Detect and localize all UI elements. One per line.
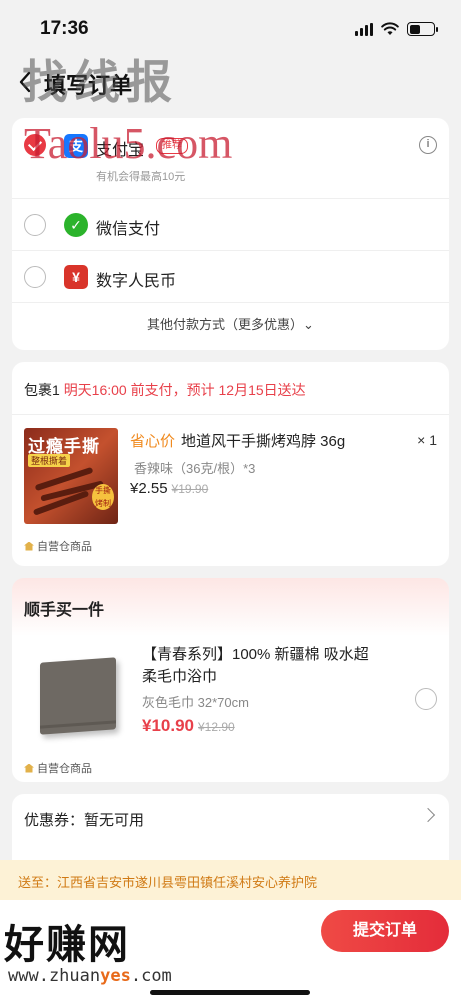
add-on-product-spec: 灰色毛巾 32*70cm bbox=[142, 695, 249, 710]
battery-level bbox=[409, 24, 420, 34]
product-price: ¥2.55 bbox=[130, 480, 168, 497]
payment-option-wechat[interactable]: ✓ 微信支付 bbox=[12, 198, 449, 250]
coupon-row[interactable]: 优惠券：暂无可用 bbox=[12, 794, 449, 864]
divider bbox=[12, 302, 449, 303]
wechat-radio[interactable] bbox=[24, 214, 46, 236]
nav-bar: 填写订单 bbox=[0, 56, 461, 108]
battery-icon bbox=[407, 22, 438, 36]
self-operated-label: 自营仓商品 bbox=[24, 760, 92, 776]
product-quantity: × 1 bbox=[417, 432, 437, 448]
product-image-tag: 整根撕着 bbox=[28, 454, 71, 467]
wechat-pay-label: 微信支付 bbox=[96, 221, 161, 238]
status-time: 17:36 bbox=[40, 18, 89, 39]
wifi-icon bbox=[381, 22, 399, 35]
self-operated-label: 自营仓商品 bbox=[24, 538, 92, 554]
warehouse-icon bbox=[24, 763, 34, 773]
product-original-price: ¥19.90 bbox=[171, 482, 209, 496]
product-title: 地道风干手撕烤鸡脖 36g bbox=[181, 433, 346, 450]
alipay-icon: 支 bbox=[64, 134, 88, 158]
self-operated-text: 自营仓商品 bbox=[37, 763, 92, 775]
package-card: 包裹1 明天16:00 前支付，预计 12月15日送达 过瘾手撕 整根撕着 手撕… bbox=[12, 362, 449, 566]
watermark-url-mid: yes bbox=[100, 966, 131, 986]
self-operated-text: 自营仓商品 bbox=[37, 541, 92, 553]
delivery-address-bar[interactable]: 送至：江西省吉安市遂川县雩田镇任溪村安心养护院 bbox=[0, 860, 461, 900]
payment-option-alipay[interactable]: 支 支付宝 推荐 有机会得最高10元 i bbox=[12, 118, 449, 198]
warehouse-icon bbox=[24, 541, 34, 551]
add-on-price: ¥10.90 bbox=[142, 716, 194, 735]
add-on-select-radio[interactable] bbox=[415, 688, 437, 710]
alipay-subtitle: 有机会得最高10元 bbox=[96, 171, 186, 183]
home-indicator[interactable] bbox=[150, 990, 310, 995]
watermark-bottom-url: www.zhuanyes.com bbox=[8, 966, 172, 986]
recommended-badge: 推荐 bbox=[156, 138, 188, 154]
status-bar: 17:36 bbox=[0, 0, 461, 56]
digital-rmb-icon: ¥ bbox=[64, 265, 88, 289]
cellular-signal-icon bbox=[355, 22, 373, 36]
towel-image[interactable] bbox=[40, 657, 116, 735]
product-image[interactable]: 过瘾手撕 整根撕着 手撕 烤制 bbox=[24, 428, 118, 524]
coupon-label: 优惠券：暂无可用 bbox=[24, 812, 145, 829]
add-on-original-price: ¥12.90 bbox=[198, 720, 235, 734]
promo-label: 省心价 bbox=[130, 433, 176, 450]
page-title: 填写订单 bbox=[44, 73, 133, 98]
watermark-bottom-logo: 好赚网 bbox=[4, 923, 130, 967]
info-icon[interactable]: i bbox=[419, 136, 437, 154]
alipay-radio[interactable] bbox=[24, 134, 46, 156]
product-image-badge: 手撕 烤制 bbox=[92, 484, 114, 510]
chevron-right-icon bbox=[420, 807, 436, 823]
add-on-price-row: ¥10.90 ¥12.90 bbox=[142, 716, 235, 736]
status-icons bbox=[355, 22, 438, 36]
add-on-product-name[interactable]: 【青春系列】100% 新疆棉 吸水超柔毛巾浴巾 bbox=[142, 644, 372, 688]
product-price-row: ¥2.55 ¥19.90 bbox=[130, 480, 208, 497]
product-name[interactable]: 省心价 地道风干手撕烤鸡脖 36g bbox=[130, 430, 400, 451]
watermark-url-prefix: www.zhuan bbox=[8, 966, 101, 986]
wechat-pay-icon: ✓ bbox=[64, 213, 88, 237]
alipay-label: 支付宝 bbox=[96, 142, 145, 159]
other-payment-methods-link[interactable]: 其他付款方式（更多优惠）⌄ bbox=[12, 314, 449, 333]
add-on-title: 顺手买一件 bbox=[24, 602, 105, 619]
payment-option-digital-rmb[interactable]: ¥ 数字人民币 bbox=[12, 250, 449, 302]
package-label: 包裹1 bbox=[24, 382, 60, 398]
digital-rmb-radio[interactable] bbox=[24, 266, 46, 288]
submit-order-button[interactable]: 提交订单 bbox=[321, 910, 449, 952]
product-spec[interactable]: 香辣味（36克/根）*3 bbox=[134, 458, 255, 477]
delivery-note: 明天16:00 前支付，预计 12月15日送达 bbox=[63, 382, 306, 398]
digital-rmb-label: 数字人民币 bbox=[96, 273, 177, 290]
back-icon[interactable] bbox=[14, 68, 38, 96]
package-header: 包裹1 明天16:00 前支付，预计 12月15日送达 bbox=[24, 380, 306, 400]
add-on-card: 顺手买一件 【青春系列】100% 新疆棉 吸水超柔毛巾浴巾 灰色毛巾 32*70… bbox=[12, 578, 449, 782]
divider bbox=[12, 414, 449, 415]
watermark-url-suffix: .com bbox=[130, 966, 172, 986]
payment-methods-card: 支 支付宝 推荐 有机会得最高10元 i ✓ 微信支付 ¥ 数字人民币 其他付款… bbox=[12, 118, 449, 350]
